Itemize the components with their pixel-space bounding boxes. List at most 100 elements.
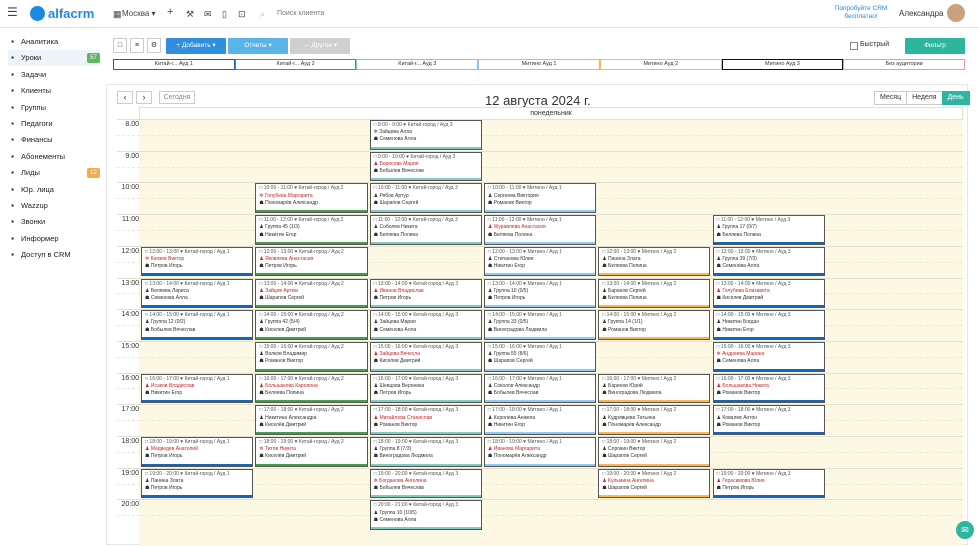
- city-select[interactable]: Москва ▾: [122, 7, 156, 21]
- lesson-card[interactable]: □ 13:00 - 14:00 ♥ Китай-город / Ауд 2 ♟ З…: [255, 278, 368, 309]
- sidebar-item-10[interactable]: ▪ Wazzup: [8, 198, 100, 214]
- lesson-card[interactable]: □ 13:00 - 14:00 ♥ Митино / Ауд 1 ♟ Группа…: [483, 278, 597, 309]
- lesson-card[interactable]: □ 12:00 - 13:00 ♥ Митино / Ауд 3 ♟ Группа…: [712, 246, 825, 277]
- cart-icon[interactable]: ⊡: [238, 7, 246, 21]
- lesson-card[interactable]: □ 11:00 - 12:00 ♥ Китай-город / Ауд 2 ♟ Г…: [255, 215, 368, 245]
- lesson-card[interactable]: □ 10:00 - 11:00 ♥ Митино / Ауд 1 ♟ Сергее…: [483, 183, 597, 214]
- lesson-card[interactable]: □ 12:00 - 13:00 ♥ Китай-город / Ауд 1 ✲ К…: [141, 246, 254, 277]
- other-button[interactable]: — Другое ▾: [290, 38, 350, 54]
- lesson-card[interactable]: □ 14:00 - 15:00 ♥ Митино / Ауд 3 ♟ Никити…: [712, 310, 825, 340]
- sidebar-item-4[interactable]: ▪ Группы: [8, 100, 100, 116]
- lesson-card[interactable]: □ 12:00 - 13:00 ♥ Митино / Ауд 2 ♟ Панина…: [598, 246, 711, 277]
- reports-button[interactable]: Отчеты ▾: [228, 38, 288, 54]
- room-filter-3[interactable]: Митино Ауд 1: [478, 59, 600, 70]
- view-0[interactable]: Месяц: [874, 91, 908, 105]
- mail-icon[interactable]: ✉: [204, 7, 212, 21]
- room-filter-2[interactable]: Китай-г... Ауд 3: [356, 59, 479, 70]
- add-button[interactable]: + Добавить ▾: [166, 38, 226, 54]
- lesson-card[interactable]: □ 16:00 - 17:00 ♥ Китай-город / Ауд 3 ♟ Ш…: [369, 373, 482, 404]
- today-button[interactable]: Сегодня: [159, 91, 195, 104]
- prev-button[interactable]: ‹: [117, 91, 133, 104]
- lesson-card[interactable]: □ 17:00 - 18:00 ♥ Митино / Ауд 2 ♟ Кудряв…: [598, 405, 711, 435]
- lesson-card[interactable]: □ 14:00 - 15:00 ♥ Китай-город / Ауд 1 ♟ Г…: [141, 310, 254, 340]
- lesson-card[interactable]: □ 17:00 - 18:00 ♥ Китай-город / Ауд 2 ♟ Н…: [255, 405, 368, 435]
- lesson-card[interactable]: □ 16:00 - 17:00 ♥ Китай-город / Ауд 1 ♟ И…: [141, 373, 254, 404]
- sidebar-item-1[interactable]: ▪ Уроки 57: [8, 50, 100, 67]
- next-button[interactable]: ›: [136, 91, 152, 104]
- chat-icon[interactable]: ✉: [956, 521, 974, 539]
- promo-link[interactable]: Попробуйте CRM бесплатно!: [832, 5, 890, 21]
- avatar[interactable]: [947, 4, 965, 22]
- lesson-card[interactable]: □ 18:00 - 19:00 ♥ Митино / Ауд 2 ♟ Сороки…: [598, 437, 711, 467]
- sidebar-item-13[interactable]: ▪ Доступ в CRM: [8, 247, 100, 263]
- lesson-card[interactable]: □ 11:00 - 12:00 ♥ Митино / Ауд 3 ♟ Группа…: [712, 215, 825, 245]
- lesson-card[interactable]: □ 16:00 - 17:00 ♥ Митино / Ауд 1 ♟ Соколо…: [483, 373, 597, 404]
- plus-icon[interactable]: +: [167, 5, 173, 19]
- wrench-icon[interactable]: ⚒: [186, 7, 194, 21]
- lesson-card[interactable]: □ 12:00 - 13:00 ♥ Китай-город / Ауд 2 ♟ Я…: [255, 246, 368, 277]
- room-filter-1[interactable]: Китай-г... Ауд 2: [234, 59, 357, 70]
- lesson-card[interactable]: □ 18:00 - 19:00 ♥ Китай-город / Ауд 2 ✲ Т…: [255, 437, 368, 467]
- sidebar-item-2[interactable]: ▪ Задачи: [8, 67, 100, 83]
- lesson-card[interactable]: □ 9:00 - 10:00 ♥ Китай-город / Ауд 3 ♟ Бо…: [369, 151, 482, 182]
- room-filter-5[interactable]: Митино Ауд 3: [721, 59, 844, 70]
- lesson-card[interactable]: □ 17:00 - 18:00 ♥ Митино / Ауд 1 ♟ Короле…: [483, 405, 597, 435]
- lesson-card[interactable]: □ 11:00 - 12:00 ♥ Китай-город / Ауд 3 ♟ С…: [369, 215, 482, 245]
- lesson-card[interactable]: □ 13:00 - 14:00 ♥ Китай-город / Ауд 3 ♟ И…: [369, 278, 482, 309]
- filter-button[interactable]: Фильтр: [905, 38, 965, 54]
- sidebar-item-9[interactable]: ▪ Юр. лица: [8, 182, 100, 198]
- sidebar-item-0[interactable]: ▪ Аналитика: [8, 34, 100, 50]
- menu-icon[interactable]: ☰: [7, 5, 18, 19]
- lesson-card[interactable]: □ 15:00 - 16:00 ♥ Китай-город / Ауд 2 ♟ В…: [255, 341, 368, 372]
- lesson-card[interactable]: □ 13:00 - 14:00 ♥ Митино / Ауд 2 ♟ Барано…: [598, 278, 711, 309]
- sidebar-item-5[interactable]: ▪ Педагоги: [8, 116, 100, 132]
- user-name[interactable]: Александра: [899, 9, 943, 18]
- lesson-card[interactable]: □ 15:00 - 16:00 ♥ Китай-город / Ауд 3 ♟ З…: [369, 341, 482, 372]
- room-filter-4[interactable]: Митино Ауд 2: [599, 59, 722, 70]
- lesson-card[interactable]: □ 16:00 - 17:00 ♥ Митино / Ауд 2 ♟ Барино…: [598, 373, 711, 404]
- sidebar-item-8[interactable]: ▪ Лиды 12: [8, 165, 100, 181]
- lesson-card[interactable]: □ 19:00 - 20:00 ♥ Митино / Ауд 2 ♟ Кульми…: [598, 468, 711, 499]
- lesson-card[interactable]: □ 14:00 - 15:00 ♥ Китай-город / Ауд 2 ♟ Г…: [255, 310, 368, 340]
- list-view-icon[interactable]: ≡: [130, 38, 144, 53]
- lesson-card[interactable]: □ 13:00 - 14:00 ♥ Митино / Ауд 3 ♟ Голубе…: [712, 278, 825, 309]
- lesson-room-bar: [142, 336, 253, 339]
- lesson-card[interactable]: □ 8:00 - 9:00 ♥ Китай-город / Ауд 3 ✲ Зай…: [369, 120, 482, 150]
- view-1[interactable]: Неделя: [906, 91, 943, 105]
- room-filter-6[interactable]: Без аудитории: [843, 59, 966, 70]
- lesson-card[interactable]: □ 11:00 - 12:00 ♥ Митино / Ауд 1 ♟ Журавл…: [483, 215, 597, 245]
- view-2[interactable]: День: [941, 91, 970, 105]
- quick-checkbox[interactable]: [850, 42, 858, 50]
- sidebar-item-3[interactable]: ▪ Клиенты: [8, 83, 100, 99]
- lesson-card[interactable]: □ 14:00 - 15:00 ♥ Митино / Ауд 1 ♟ Группа…: [483, 310, 597, 340]
- sidebar-item-7[interactable]: ▪ Абонементы: [8, 149, 100, 165]
- lesson-card[interactable]: □ 19:00 - 20:00 ♥ Китай-город / Ауд 1 ♟ П…: [141, 468, 254, 499]
- lesson-card[interactable]: □ 17:00 - 18:00 ♥ Митино / Ауд 3 ♟ Ковале…: [712, 405, 825, 435]
- lesson-card[interactable]: □ 20:00 - 21:00 ♥ Китай-город / Ауд 3 ♟ Г…: [369, 500, 482, 531]
- sidebar-item-11[interactable]: ▪ Звонки: [8, 214, 100, 230]
- room-filter-0[interactable]: Китай-г... Ауд 1: [113, 59, 235, 70]
- lesson-card[interactable]: □ 13:00 - 14:00 ♥ Китай-город / Ауд 1 ♟ Б…: [141, 278, 254, 309]
- lesson-card[interactable]: □ 10:00 - 11:00 ♥ Китай-город / Ауд 2 ✲ Г…: [255, 183, 368, 214]
- lesson-card[interactable]: □ 16:00 - 17:00 ♥ Китай-город / Ауд 2 ♟ Б…: [255, 373, 368, 404]
- lesson-card[interactable]: □ 18:00 - 19:00 ♥ Китай-город / Ауд 1 ♟ М…: [141, 437, 254, 467]
- sidebar-item-12[interactable]: ▪ Информер: [8, 231, 100, 247]
- lesson-card[interactable]: □ 19:00 - 20:00 ♥ Китай-город / Ауд 3 ✲ Б…: [369, 468, 482, 499]
- lesson-card[interactable]: □ 19:00 - 20:00 ♥ Митино / Ауд 3 ♟ Гераси…: [712, 468, 825, 499]
- lesson-card[interactable]: □ 14:00 - 15:00 ♥ Митино / Ауд 2 ♟ Группа…: [598, 310, 711, 340]
- sidebar-item-6[interactable]: ▪ Финансы: [8, 132, 100, 148]
- lesson-card[interactable]: □ 15:00 - 16:00 ♥ Митино / Ауд 3 ✲ Андрее…: [712, 341, 825, 372]
- lesson-card[interactable]: □ 17:00 - 18:00 ♥ Китай-город / Ауд 3 ♟ М…: [369, 405, 482, 435]
- lesson-card[interactable]: □ 14:00 - 15:00 ♥ Китай-город / Ауд 3 ♟ З…: [369, 310, 482, 340]
- lesson-card[interactable]: □ 16:00 - 17:00 ♥ Митино / Ауд 3 ♟ Больша…: [712, 373, 825, 404]
- lesson-card[interactable]: □ 18:00 - 19:00 ♥ Митино / Ауд 1 ♟ Иванов…: [483, 437, 597, 467]
- phone-icon[interactable]: ▯: [222, 7, 227, 21]
- lesson-line: □ 15:00 - 16:00 ♥ Митино / Ауд 3: [716, 343, 791, 350]
- settings-icon[interactable]: ⚙: [147, 38, 161, 53]
- calendar-view-icon[interactable]: □: [113, 38, 127, 53]
- lesson-card[interactable]: □ 18:00 - 19:00 ♥ Китай-город / Ауд 3 ♟ Г…: [369, 437, 482, 467]
- lesson-card[interactable]: □ 12:00 - 13:00 ♥ Митино / Ауд 1 ♟ Степан…: [483, 246, 597, 277]
- search-input[interactable]: Поиск клиента: [277, 7, 324, 21]
- lesson-card[interactable]: □ 15:00 - 16:00 ♥ Митино / Ауд 1 ♟ Группа…: [483, 341, 597, 372]
- lesson-card[interactable]: □ 10:00 - 11:00 ♥ Китай-город / Ауд 3 ♟ Р…: [369, 183, 482, 214]
